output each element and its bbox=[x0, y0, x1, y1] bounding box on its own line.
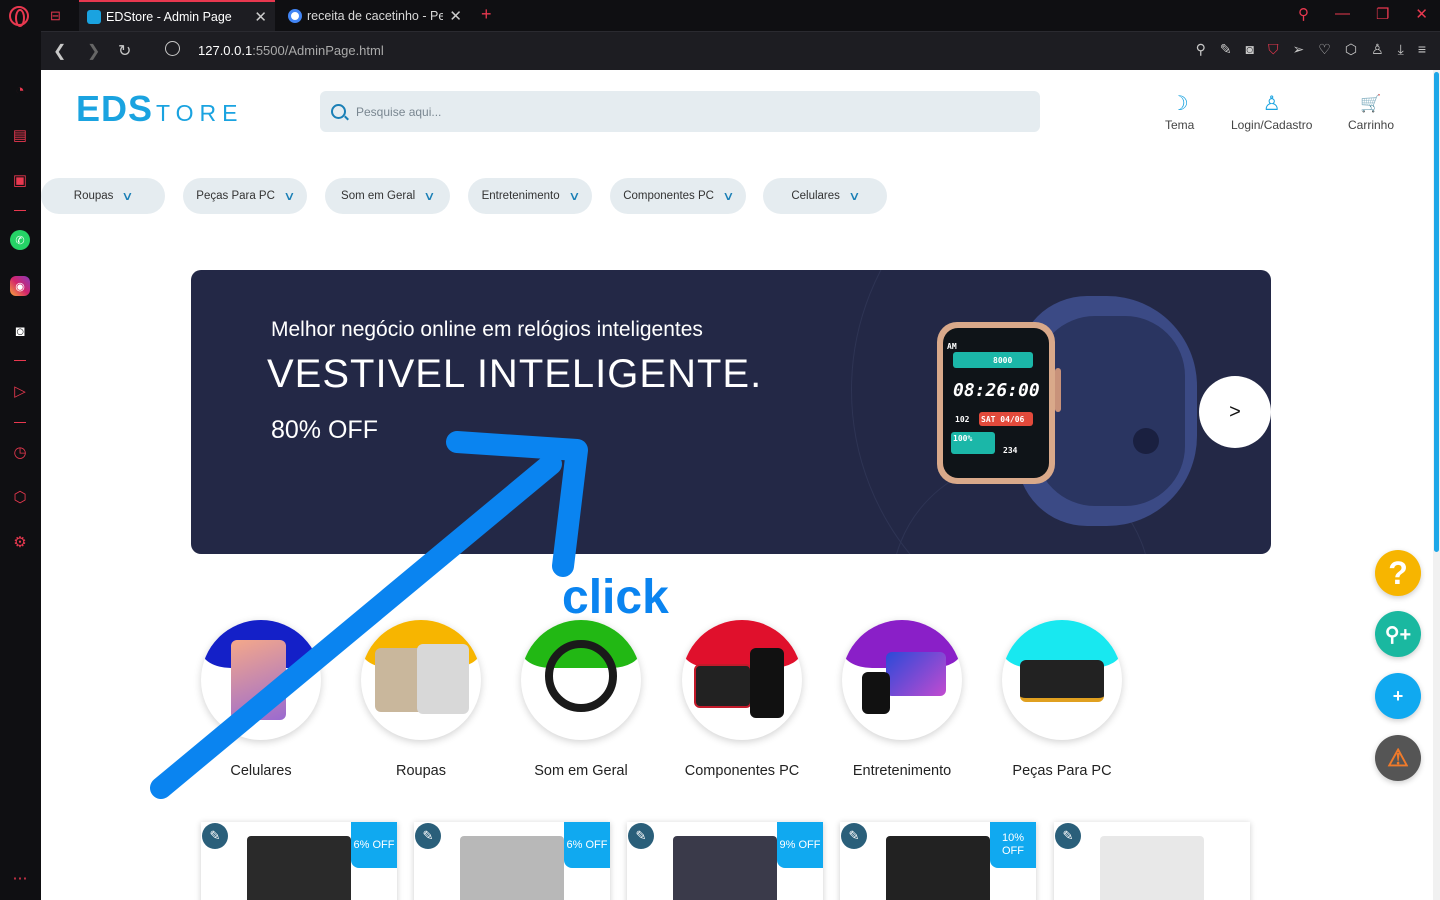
edit-icon[interactable]: ✎ bbox=[1220, 41, 1232, 58]
google-favicon-icon bbox=[288, 8, 302, 23]
url-field[interactable]: 127.0.0.1:5500/AdminPage.html bbox=[198, 43, 384, 58]
cube-favicon-icon bbox=[87, 9, 101, 24]
scrollbar-thumb[interactable] bbox=[1434, 72, 1439, 552]
click-annotation-arrow bbox=[150, 431, 588, 799]
close-window-icon[interactable]: ✕ bbox=[1415, 5, 1428, 23]
camera-icon[interactable]: ◙ bbox=[1246, 41, 1254, 58]
minimize-icon[interactable]: — bbox=[1335, 5, 1350, 23]
gamepad-icon[interactable]: ⊟ bbox=[50, 8, 61, 24]
whatsapp-icon[interactable]: ✆ bbox=[10, 230, 30, 250]
page-scrollbar[interactable] bbox=[1433, 70, 1440, 900]
close-tab-icon[interactable]: ✕ bbox=[254, 8, 267, 26]
url-host: 127.0.0.1 bbox=[198, 43, 253, 58]
browser-tools: ⚲ ✎ ◙ ⛉ ➢ ♡ ⬡ ♙ ⤓ ≡ bbox=[1196, 41, 1426, 58]
download-icon[interactable]: ⤓ bbox=[1398, 41, 1404, 58]
speed-dial-icon[interactable]: ◔ bbox=[10, 80, 30, 100]
browser-sidebar: ◔ ▤ ▣ ✆ ◉ ◙ ▷ ◷ ⬡ ⚙ ⋯ bbox=[0, 70, 41, 900]
shop-icon[interactable]: ▤ bbox=[10, 125, 30, 145]
menu-icon[interactable]: ≡ bbox=[1418, 41, 1426, 58]
restore-icon[interactable]: ❐ bbox=[1376, 5, 1389, 23]
settings-gear-icon[interactable]: ⚙ bbox=[10, 532, 30, 552]
tab-edstore-admin[interactable]: EDStore - Admin Page ✕ bbox=[79, 0, 275, 31]
find-icon[interactable]: ⚲ bbox=[1196, 41, 1206, 58]
cube-icon[interactable]: ⬡ bbox=[1345, 41, 1357, 58]
search-tabs-icon[interactable]: ⚲ bbox=[1298, 5, 1309, 23]
address-bar: ❮ ❯ ↻ 127.0.0.1:5500/AdminPage.html ⚲ ✎ … bbox=[41, 31, 1440, 70]
new-tab-button[interactable]: + bbox=[481, 4, 492, 25]
more-icon[interactable]: ⋯ bbox=[10, 868, 30, 888]
tab-receita[interactable]: receita de cacetinho - Pesq ✕ bbox=[280, 0, 470, 31]
click-annotation-text: click bbox=[562, 571, 669, 624]
forward-icon[interactable]: ❯ bbox=[87, 41, 100, 61]
adblock-shield-icon[interactable]: ⛉ bbox=[1268, 41, 1279, 58]
opera-logo-icon[interactable] bbox=[9, 6, 29, 27]
page-content: EDSTORE ☽ Tema ♙ Login/Cadastro 🛒 Carrin… bbox=[41, 70, 1433, 900]
heart-icon[interactable]: ♡ bbox=[1318, 41, 1331, 58]
browser-tab-bar: ⊟ EDStore - Admin Page ✕ receita de cace… bbox=[0, 0, 1440, 31]
reload-icon[interactable]: ↻ bbox=[118, 41, 131, 61]
profile-icon[interactable]: ♙ bbox=[1371, 41, 1384, 58]
twitch-icon[interactable]: ▣ bbox=[10, 170, 30, 190]
discord-icon[interactable]: ◙ bbox=[10, 321, 30, 341]
tab-title: receita de cacetinho - Pesq bbox=[307, 8, 444, 23]
tab-title: EDStore - Admin Page bbox=[106, 9, 232, 24]
extensions-cube-icon[interactable]: ⬡ bbox=[10, 487, 30, 507]
history-icon[interactable]: ◷ bbox=[10, 442, 30, 462]
back-icon[interactable]: ❮ bbox=[53, 41, 66, 61]
instagram-icon[interactable]: ◉ bbox=[10, 276, 30, 296]
window-controls: ⚲ — ❐ ✕ bbox=[1298, 5, 1428, 23]
player-icon[interactable]: ▷ bbox=[10, 381, 30, 401]
close-tab-icon[interactable]: ✕ bbox=[449, 7, 462, 25]
url-path: :5500/AdminPage.html bbox=[252, 43, 384, 58]
globe-icon bbox=[165, 41, 180, 56]
send-icon[interactable]: ➢ bbox=[1293, 41, 1305, 58]
